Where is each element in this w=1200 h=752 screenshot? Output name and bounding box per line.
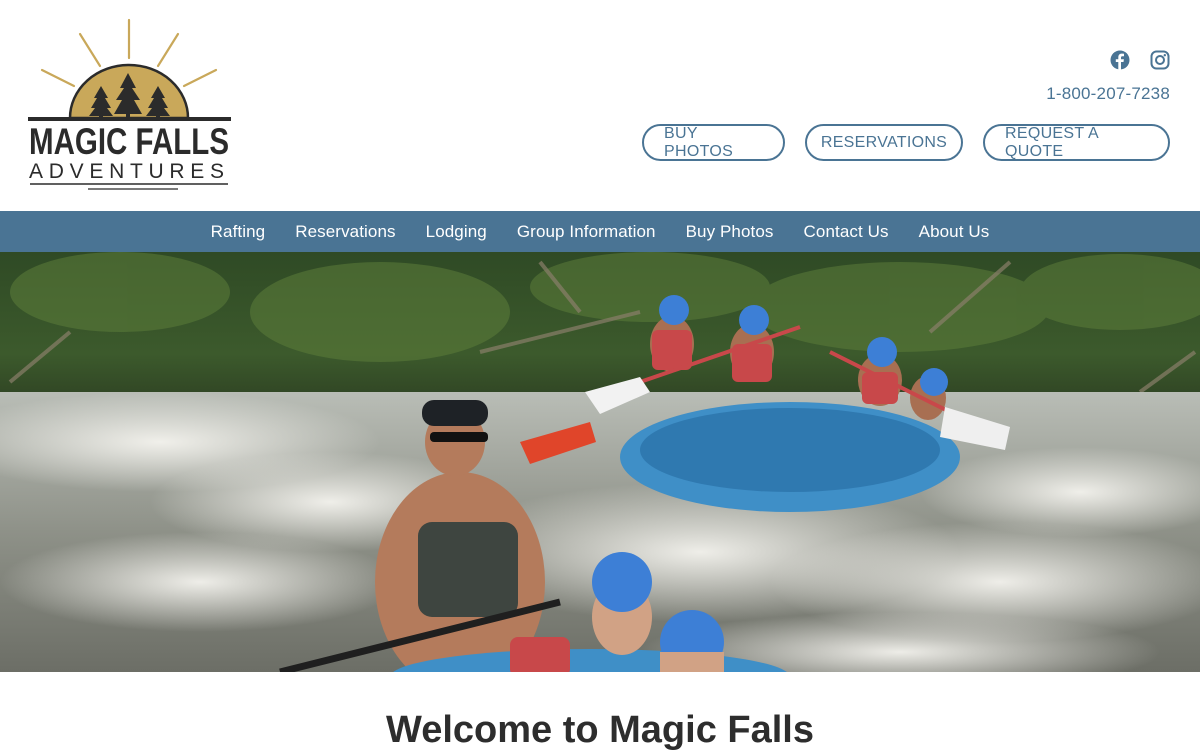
header-actions: BUY PHOTOS RESERVATIONS REQUEST A QUOTE (642, 124, 1170, 161)
instagram-icon[interactable] (1150, 50, 1170, 70)
logo-subtitle: ADVENTURES (29, 160, 229, 183)
nav-item-about-us[interactable]: About Us (919, 222, 990, 242)
request-quote-button[interactable]: REQUEST A QUOTE (983, 124, 1170, 161)
social-links (1110, 50, 1170, 70)
page-heading: Welcome to Magic Falls (386, 709, 814, 751)
reservations-button[interactable]: RESERVATIONS (805, 124, 963, 161)
nav-item-lodging[interactable]: Lodging (426, 222, 487, 242)
hero-image (0, 252, 1200, 672)
buy-photos-button[interactable]: BUY PHOTOS (642, 124, 785, 161)
nav-item-rafting[interactable]: Rafting (211, 222, 266, 242)
nav-item-buy-photos[interactable]: Buy Photos (686, 222, 774, 242)
site-logo[interactable]: MAGIC FALLS ADVENTURES (28, 18, 233, 196)
site-header: MAGIC FALLS ADVENTURES 1-800-207-7238 BU… (0, 0, 1200, 211)
nav-item-contact-us[interactable]: Contact Us (804, 222, 889, 242)
nav-item-group-information[interactable]: Group Information (517, 222, 656, 242)
facebook-icon[interactable] (1110, 50, 1130, 70)
main-nav: Rafting Reservations Lodging Group Infor… (0, 211, 1200, 252)
phone-number[interactable]: 1-800-207-7238 (1046, 84, 1170, 104)
nav-item-reservations[interactable]: Reservations (295, 222, 395, 242)
logo-title: MAGIC FALLS (29, 121, 229, 162)
